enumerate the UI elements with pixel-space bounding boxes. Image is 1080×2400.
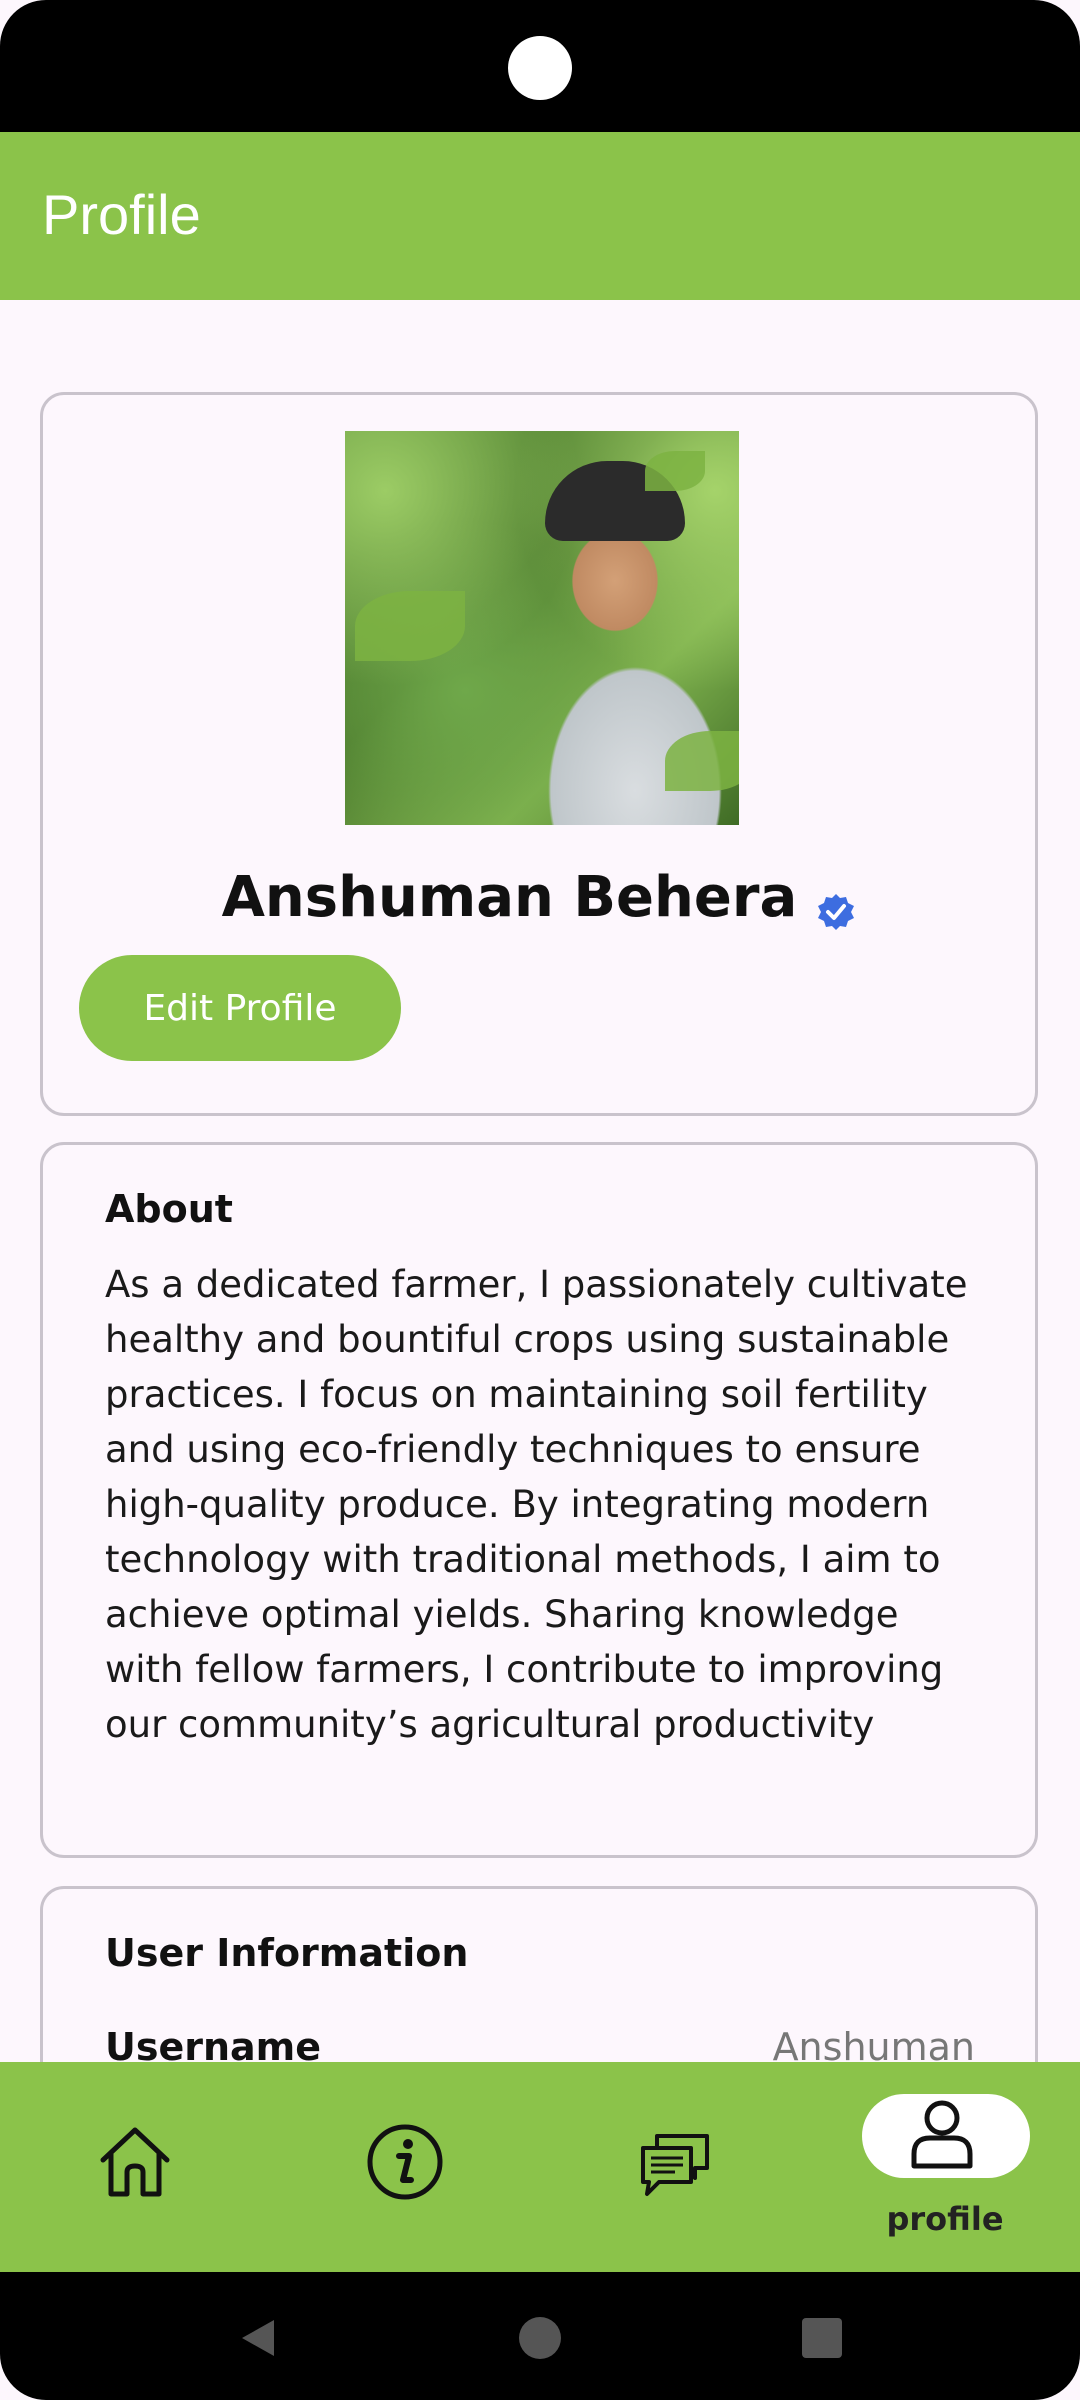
home-icon xyxy=(100,2127,170,2197)
profile-name: Anshuman Behera xyxy=(221,865,798,930)
photo-leaf xyxy=(355,591,465,661)
page-title: Profile xyxy=(42,183,201,246)
nav-home[interactable] xyxy=(0,2062,270,2272)
photo-leaf xyxy=(645,451,705,491)
about-title: About xyxy=(105,1187,233,1231)
nav-info[interactable] xyxy=(270,2062,540,2272)
system-navigation-bar xyxy=(0,2272,1080,2400)
recents-icon[interactable] xyxy=(800,2316,844,2360)
home-circle-icon[interactable] xyxy=(518,2316,562,2360)
profile-photo xyxy=(345,431,739,825)
camera-cutout xyxy=(508,36,572,100)
chat-icon xyxy=(641,2134,709,2196)
back-icon[interactable] xyxy=(236,2316,280,2360)
user-information-card: User Information Username Anshuman xyxy=(40,1886,1038,2062)
nav-profile[interactable]: profile xyxy=(810,2062,1080,2272)
photo-leaf xyxy=(665,731,739,791)
info-icon xyxy=(367,2124,443,2200)
about-card: About As a dedicated farmer, I passionat… xyxy=(40,1142,1038,1858)
username-value: Anshuman xyxy=(772,2025,975,2062)
user-information-title: User Information xyxy=(105,1931,469,1975)
bottom-navigation: profile xyxy=(0,2062,1080,2272)
profile-icon xyxy=(911,2100,973,2169)
nav-profile-label: profile xyxy=(886,2200,1004,2238)
app-bar: Profile xyxy=(0,132,1080,300)
profile-content[interactable]: Anshuman Behera Edit Profile About As a … xyxy=(0,300,1080,2062)
username-label: Username xyxy=(105,2025,322,2062)
edit-profile-button[interactable]: Edit Profile xyxy=(79,955,401,1061)
nav-chat[interactable] xyxy=(540,2062,810,2272)
status-bar xyxy=(0,0,1080,132)
name-row: Anshuman Behera xyxy=(43,865,1035,932)
profile-card: Anshuman Behera Edit Profile xyxy=(40,392,1038,1116)
about-text: As a dedicated farmer, I passionately cu… xyxy=(105,1263,968,1746)
verified-badge-icon xyxy=(818,893,855,930)
